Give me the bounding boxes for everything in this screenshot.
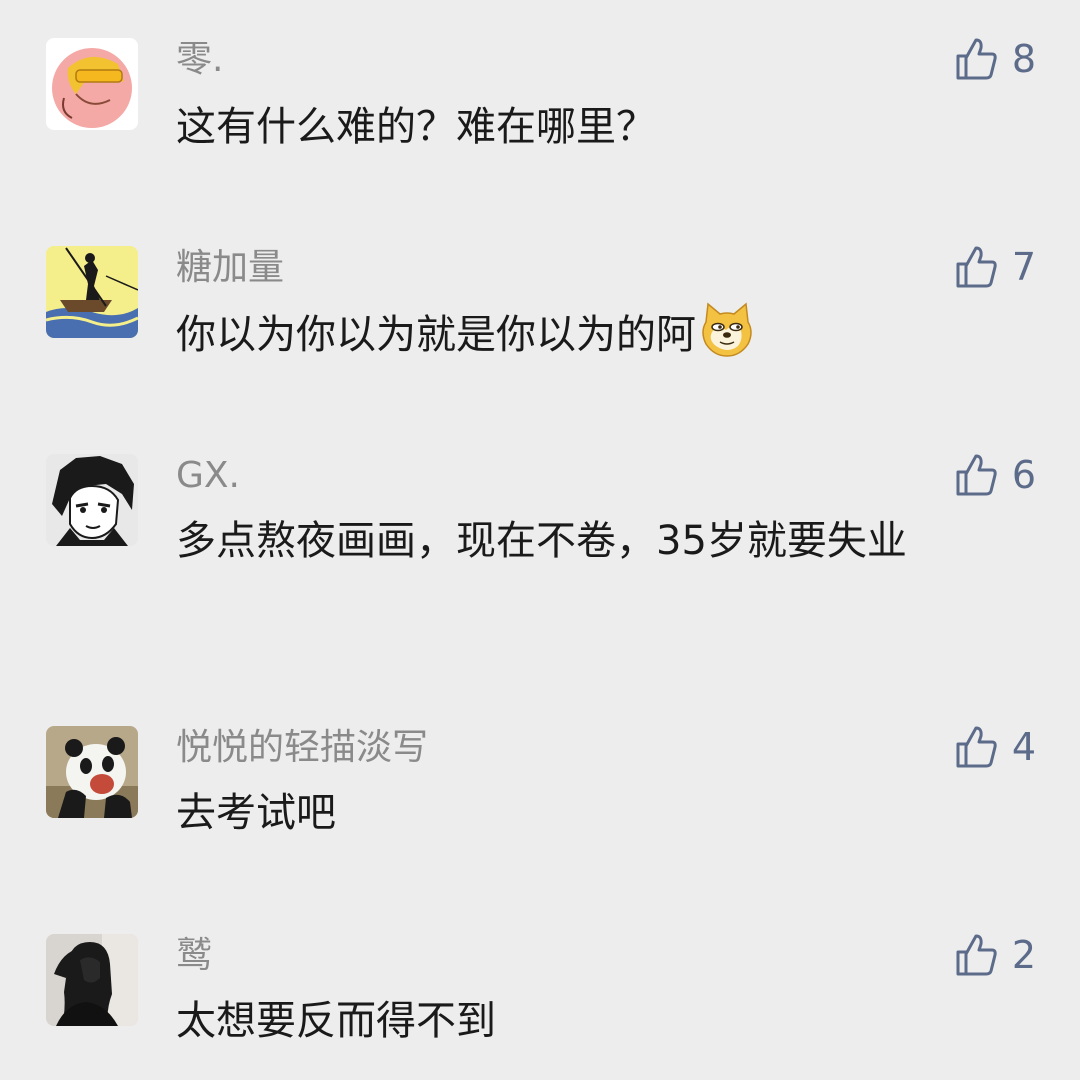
comment-text: 多点熬夜画画，现在不卷，35岁就要失业	[176, 518, 907, 564]
like-button[interactable]: 7	[954, 242, 1036, 292]
thumbs-up-icon	[956, 726, 997, 768]
comment-text: 去考试吧	[176, 790, 336, 836]
like-button[interactable]: 8	[954, 34, 1036, 84]
like-count: 8	[1011, 37, 1036, 81]
manga-boy-avatar[interactable]	[46, 454, 138, 546]
thumbs-up-icon	[956, 934, 997, 976]
boat-fisherman-avatar[interactable]	[46, 246, 138, 338]
thumbs-up-icon	[956, 246, 997, 288]
like-count: 2	[1011, 933, 1036, 977]
like-count: 7	[1011, 245, 1036, 289]
comment-text: 这有什么难的？难在哪里？	[176, 104, 656, 150]
doge-emoji-icon	[702, 302, 752, 357]
like-button[interactable]: 2	[954, 930, 1036, 980]
comment-username[interactable]: 零.	[176, 38, 223, 82]
comment-text: 你以为你以为就是你以为的阿	[176, 300, 1036, 366]
comment-username[interactable]: 糖加量	[176, 246, 284, 290]
comment-text: 太想要反而得不到	[176, 998, 496, 1044]
comment-text-content: 你以为你以为就是你以为的阿	[176, 312, 696, 358]
thumbs-up-icon	[956, 454, 997, 496]
thumbs-up-icon	[956, 38, 997, 80]
panda-avatar[interactable]	[46, 726, 138, 818]
comment-username[interactable]: 悦悦的轻描淡写	[176, 726, 428, 770]
comment-username[interactable]: GX.	[176, 454, 240, 498]
like-button[interactable]: 6	[954, 450, 1036, 500]
girl-photo-avatar[interactable]	[46, 934, 138, 1026]
cartoon-face-avatar[interactable]	[46, 38, 138, 130]
comment-username[interactable]: 鹫	[176, 934, 212, 978]
like-button[interactable]: 4	[954, 722, 1036, 772]
like-count: 6	[1011, 453, 1036, 497]
like-count: 4	[1011, 725, 1036, 769]
